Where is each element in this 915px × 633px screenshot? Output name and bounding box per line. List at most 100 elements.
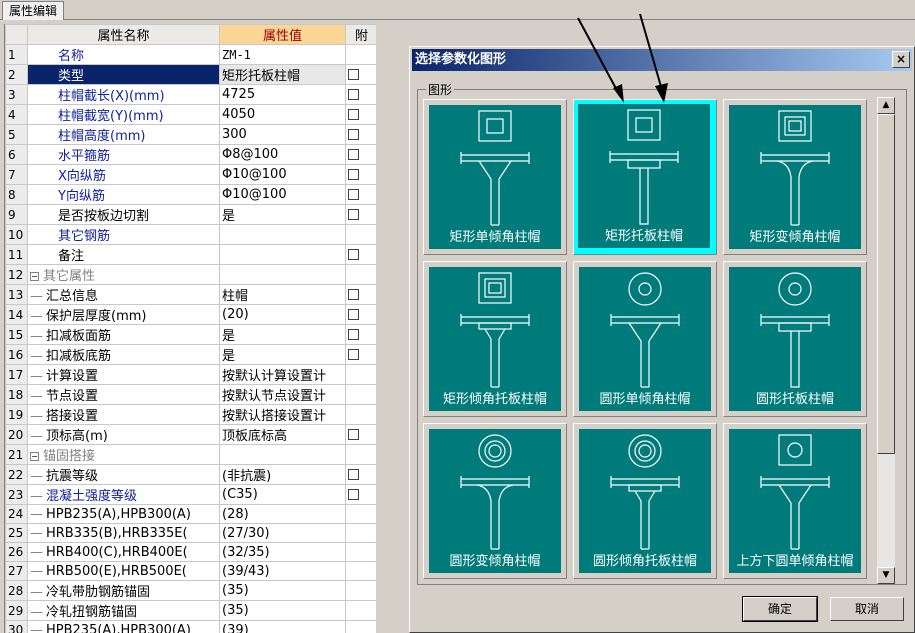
- attach-checkbox[interactable]: [348, 349, 359, 360]
- property-value-cell[interactable]: 顶板底标高: [219, 424, 346, 445]
- property-name-cell[interactable]: — 冷轧带肋钢筋锚固: [27, 580, 220, 601]
- scroll-up-button[interactable]: ▲: [877, 97, 895, 114]
- property-name-cell[interactable]: 是否按板边切割: [27, 204, 220, 225]
- property-value-cell[interactable]: ZM-1: [219, 44, 346, 65]
- property-value-cell[interactable]: (35): [219, 580, 346, 601]
- table-row[interactable]: 15— 扣减板面筋是: [5, 324, 376, 345]
- property-value-cell[interactable]: 矩形托板柱帽: [219, 64, 346, 85]
- property-name-cell[interactable]: — 顶标高(m): [27, 424, 220, 445]
- shape-tile[interactable]: 上方下圆单倾角柱帽: [723, 423, 867, 579]
- tiles-scrollbar[interactable]: ▲ ▼: [877, 97, 895, 584]
- property-name-cell[interactable]: − 其它属性: [27, 264, 220, 285]
- attach-checkbox[interactable]: [348, 69, 359, 80]
- shape-tile[interactable]: 圆形倾角托板柱帽: [573, 423, 717, 579]
- attach-checkbox[interactable]: [348, 149, 359, 160]
- property-name-cell[interactable]: 柱帽截宽(Y)(mm): [27, 104, 220, 125]
- property-name-cell[interactable]: 水平箍筋: [27, 144, 220, 165]
- property-name-cell[interactable]: — HRB500(E),HRB500E(: [27, 561, 220, 581]
- property-value-cell[interactable]: [219, 264, 346, 285]
- collapse-toggle-icon[interactable]: −: [30, 452, 39, 461]
- property-name-cell[interactable]: 类型: [27, 64, 220, 85]
- property-value-cell[interactable]: (非抗震): [219, 464, 346, 485]
- property-name-cell[interactable]: 其它钢筋: [27, 224, 220, 245]
- table-row[interactable]: 18— 节点设置 按默认节点设置计: [5, 384, 376, 405]
- property-value-cell[interactable]: 按默认搭接设置计: [219, 404, 346, 425]
- property-value-cell[interactable]: 4725: [219, 84, 346, 105]
- table-row[interactable]: 5 柱帽高度(mm) 300: [5, 124, 376, 145]
- property-value-cell[interactable]: 按默认计算设置计: [219, 364, 346, 385]
- property-value-cell[interactable]: 是: [219, 324, 346, 345]
- table-row[interactable]: 29— 冷轧扭钢筋锚固 (35): [5, 600, 376, 621]
- property-value-cell[interactable]: 300: [219, 124, 346, 145]
- attach-checkbox[interactable]: [348, 89, 359, 100]
- property-name-cell[interactable]: — 搭接设置: [27, 404, 220, 425]
- property-name-cell[interactable]: 柱帽高度(mm): [27, 124, 220, 145]
- table-row[interactable]: 3 柱帽截长(X)(mm) 4725: [5, 84, 376, 105]
- property-name-cell[interactable]: — 冷轧扭钢筋锚固: [27, 600, 220, 621]
- table-row[interactable]: 2 类型 矩形托板柱帽: [5, 64, 376, 85]
- property-name-cell[interactable]: 柱帽截长(X)(mm): [27, 84, 220, 105]
- table-row[interactable]: 11 备注: [5, 244, 376, 265]
- property-name-cell[interactable]: 备注: [27, 244, 220, 265]
- table-row[interactable]: 8 Y向纵筋 Φ10@100: [5, 184, 376, 205]
- attach-checkbox[interactable]: [348, 429, 359, 440]
- table-row[interactable]: 16— 扣减板底筋是: [5, 344, 376, 365]
- attach-checkbox[interactable]: [348, 329, 359, 340]
- attach-checkbox[interactable]: [348, 169, 359, 180]
- table-row[interactable]: 23— 混凝土强度等级 (C35): [5, 484, 376, 505]
- tab-property-edit[interactable]: 属性编辑: [2, 1, 65, 20]
- header-attach[interactable]: 附: [345, 24, 376, 45]
- table-row[interactable]: 13— 汇总信息 柱帽: [5, 284, 376, 305]
- property-value-cell[interactable]: Φ10@100: [219, 164, 346, 185]
- table-row[interactable]: 17— 计算设置 按默认计算设置计: [5, 364, 376, 385]
- property-value-cell[interactable]: [219, 224, 346, 245]
- property-value-cell[interactable]: Φ8@100: [219, 144, 346, 165]
- shape-tile[interactable]: 圆形托板柱帽: [723, 261, 867, 417]
- table-row[interactable]: 6 水平箍筋 Φ8@100: [5, 144, 376, 165]
- table-row[interactable]: 28— 冷轧带肋钢筋锚固 (35): [5, 580, 376, 601]
- attach-checkbox[interactable]: [348, 469, 359, 480]
- property-value-cell[interactable]: Φ10@100: [219, 184, 346, 205]
- property-grid[interactable]: 属性名称 属性值 附 1 名称 ZM-1 2 类型 矩形托板柱帽 3 柱帽截长(X)(mm) 4…: [4, 24, 376, 633]
- property-name-cell[interactable]: — HRB335(B),HRB335E(: [27, 523, 220, 543]
- attach-checkbox[interactable]: [348, 289, 359, 300]
- table-row[interactable]: 1 名称 ZM-1: [5, 44, 376, 65]
- table-row[interactable]: 21− 锚固搭接: [5, 444, 376, 465]
- table-row[interactable]: 22— 抗震等级 (非抗震): [5, 464, 376, 485]
- table-row[interactable]: 19— 搭接设置 按默认搭接设置计: [5, 404, 376, 425]
- ok-button[interactable]: 确定: [742, 596, 818, 622]
- close-button[interactable]: ×: [892, 51, 910, 68]
- table-row[interactable]: 7 X向纵筋 Φ10@100: [5, 164, 376, 185]
- dialog-title-bar[interactable]: 选择参数化图形 ×: [412, 49, 912, 71]
- table-row[interactable]: 25— HRB335(B),HRB335E((27/30): [5, 523, 376, 543]
- attach-checkbox[interactable]: [348, 309, 359, 320]
- table-row[interactable]: 20— 顶标高(m) 顶板底标高: [5, 424, 376, 445]
- property-name-cell[interactable]: — HPB235(A),HPB300(A): [27, 620, 220, 633]
- property-name-cell[interactable]: X向纵筋: [27, 164, 220, 185]
- shape-tile[interactable]: 矩形倾角托板柱帽: [423, 261, 567, 417]
- property-name-cell[interactable]: — 节点设置: [27, 384, 220, 405]
- property-value-cell[interactable]: (20): [219, 304, 346, 325]
- property-name-cell[interactable]: — 混凝土强度等级: [27, 484, 220, 505]
- cancel-button[interactable]: 取消: [830, 597, 904, 621]
- property-name-cell[interactable]: − 锚固搭接: [27, 444, 220, 465]
- property-name-cell[interactable]: Y向纵筋: [27, 184, 220, 205]
- table-row[interactable]: 10 其它钢筋: [5, 224, 376, 245]
- property-value-cell[interactable]: [219, 244, 346, 265]
- property-value-cell[interactable]: [219, 444, 346, 465]
- property-value-cell[interactable]: (32/35): [219, 542, 346, 562]
- shape-tile[interactable]: 矩形单倾角柱帽: [423, 99, 567, 255]
- table-row[interactable]: 12− 其它属性: [5, 264, 376, 285]
- table-row[interactable]: 14— 保护层厚度(mm) (20): [5, 304, 376, 325]
- shape-tile[interactable]: 矩形托板柱帽: [573, 99, 717, 255]
- property-name-cell[interactable]: — 保护层厚度(mm): [27, 304, 220, 325]
- table-row[interactable]: 4 柱帽截宽(Y)(mm) 4050: [5, 104, 376, 125]
- property-name-cell[interactable]: — HPB235(A),HPB300(A): [27, 504, 220, 524]
- table-row[interactable]: 27— HRB500(E),HRB500E((39/43): [5, 561, 376, 581]
- property-name-cell[interactable]: — 扣减板面筋: [27, 324, 220, 345]
- property-value-cell[interactable]: 4050: [219, 104, 346, 125]
- property-value-cell[interactable]: (27/30): [219, 523, 346, 543]
- property-value-cell[interactable]: 是: [219, 204, 346, 225]
- collapse-toggle-icon[interactable]: −: [30, 272, 39, 281]
- property-name-cell[interactable]: — 计算设置: [27, 364, 220, 385]
